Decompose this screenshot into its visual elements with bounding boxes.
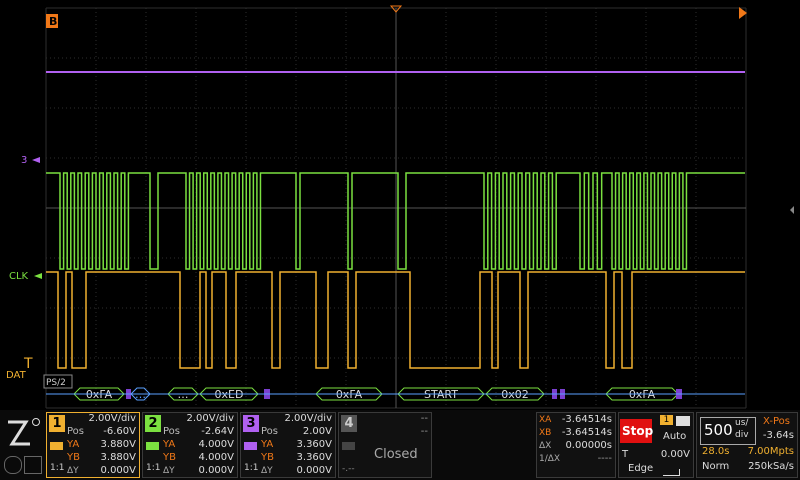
cursor-dx-label: ΔX [539,441,552,451]
cursor-xb: -3.64514s [561,427,612,438]
ch1-trigger-t-icon: T [23,356,33,372]
ch2-yb-label: YB [163,452,176,463]
ch2-coupling-icon [146,442,159,450]
cursor-inv-label: 1/ΔX [539,454,561,464]
ch3-yb: 3.360V [296,452,332,463]
ch2-probe-ratio: 1:1 [146,463,161,473]
ch1-dy-label: ΔY [67,466,79,476]
timebase-unit-top: us/ [735,418,749,428]
trigger-source: 1 [660,415,673,425]
trigger-level: 0.00V [660,449,690,460]
ch2-pos-label: Pos [163,426,181,437]
trigger-mode: Auto [663,431,687,442]
ch2-ya-label: YA [163,439,176,450]
side-menu-arrow-icon[interactable] [790,206,794,214]
run-state-label: Stop [622,424,654,438]
ch3-dy-label: ΔY [261,466,273,476]
ch2-ya: 4.000V [198,439,234,450]
ch1-yb-label: YB [67,452,80,463]
ch1-pos-label: Pos [67,426,85,437]
timebase-unit-bottom: div [735,430,749,440]
ch1-yb: 3.880V [100,452,136,463]
timebase-panel[interactable]: 500 us/ div X-Pos -3.64s 28.0s 7.00Mpts … [696,412,798,478]
ch1-coupling-icon [50,442,63,450]
ch1-dy: 0.000V [100,465,136,476]
ch2-panel[interactable]: 2 2.00V/div Pos -2.64V YA 4.000V YB 4.00… [142,412,238,478]
ch3-dy: 0.000V [296,465,332,476]
trigger-t-label: T [622,449,629,460]
ch3-number: 3 [243,415,259,432]
ch4-status: Closed [374,447,418,462]
ch1-panel[interactable]: 1 2.00V/div Pos -6.60V YA 3.880V YB 3.88… [46,412,140,478]
ch1-scale: 2.00V/div [88,413,136,424]
sample-rate: 250kSa/s [748,461,794,472]
memory-depth: 7.00Mpts [747,446,794,457]
rising-edge-icon [663,469,680,476]
ch3-pos-label: Pos [261,426,279,437]
ch3-probe-ratio: 1:1 [244,463,259,473]
clk-ref-label: CLK [9,271,29,282]
ch3-coupling-icon [244,442,257,450]
trigger-type: Edge [628,463,654,474]
xpos-label: X-Pos [763,416,790,427]
cursor-xa-label: XA [539,415,552,425]
zlg-logo-icon [8,418,40,446]
ch2-scale: 2.00V/div [186,413,234,424]
cursor-xa: -3.64514s [561,414,612,425]
ch3-ya-label: YA [261,439,274,450]
ch2-dy: 0.000V [198,465,234,476]
trigger-menu-icon[interactable] [676,416,690,426]
brand-logo [4,416,42,452]
ch1-probe-ratio: 1:1 [50,463,65,473]
ch2-number: 2 [145,415,161,432]
ch3-pos: 2.00V [302,426,332,437]
cursor-dx: 0.00000s [565,440,612,451]
marker-b-label: B [49,15,57,28]
cursor-panel[interactable]: XA -3.64514s XB -3.64514s ΔX 0.00000s 1/… [536,412,616,478]
ch4-number: 4 [341,415,357,432]
ch3-yb-label: YB [261,452,274,463]
screenshot-icon[interactable] [24,456,42,474]
scope-display: B 3 CLK DAT T PS/2 0xFA…… 0xED 0xFA START 0x… [6,5,794,409]
xpos-value: -3.64s [762,430,794,441]
ch4-scale: -- [420,413,428,424]
ch2-dy-label: ΔY [163,466,175,476]
status-bar: 1 2.00V/div Pos -6.60V YA 3.880V YB 3.88… [0,410,800,480]
ch3-ya: 3.360V [296,439,332,450]
ch4-pos: -- [420,426,428,437]
ch3-ref-arrow-icon[interactable] [32,157,40,163]
cursor-xb-label: XB [539,428,552,438]
trigger-panel[interactable]: Stop 1 Auto T 0.00V Edge [618,412,694,478]
ch3-ref-label: 3 [21,155,27,166]
cursor-mode-icon[interactable] [4,456,22,474]
ch1-ya: 3.880V [100,439,136,450]
decode-protocol-label: PS/2 [46,378,66,388]
ch3-scale: 2.00V/div [284,413,332,424]
ch1-number: 1 [49,415,65,432]
ch4-ratio: -.-- [342,464,355,474]
duration: 28.0s [702,446,730,457]
ch4-panel[interactable]: 4 -- -- Closed -.-- [338,412,432,478]
timebase-value: 500 [704,421,733,439]
ch3-panel[interactable]: 3 2.00V/div Pos 2.00V YA 3.360V YB 3.360… [240,412,336,478]
ch2-yb: 4.000V [198,452,234,463]
ch1-ya-label: YA [67,439,80,450]
ch4-coupling-icon [342,442,355,450]
acquire-mode: Norm [702,461,730,472]
ch2-pos: -2.64V [201,426,234,437]
clk-ref-arrow-icon[interactable] [34,273,42,279]
cursor-inv: ---- [597,453,612,464]
ch1-pos: -6.60V [103,426,136,437]
